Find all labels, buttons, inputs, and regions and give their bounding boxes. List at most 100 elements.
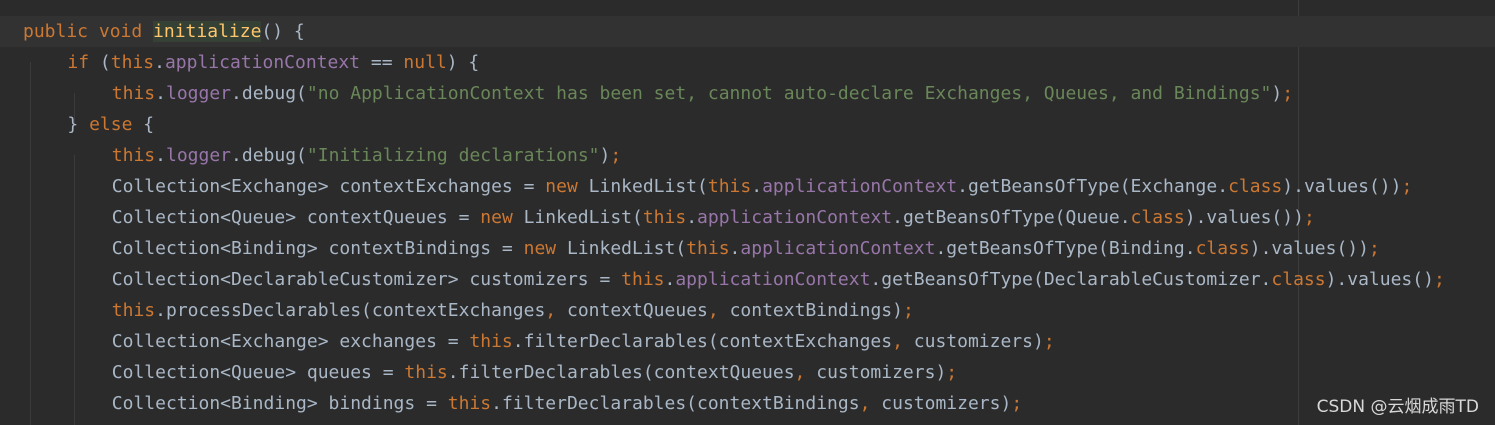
code-token: ) [599, 145, 611, 166]
code-line[interactable]: Collection<DeclarableCustomizer> customi… [0, 264, 1495, 295]
code-token: . [729, 238, 741, 259]
code-token: LinkedList( [588, 176, 708, 197]
code-token: ; [1282, 83, 1294, 104]
code-token: . [154, 52, 165, 73]
code-line[interactable]: Collection<Exchange> exchanges = this.fi… [0, 326, 1495, 357]
code-token: else [89, 114, 133, 135]
code-text: this.logger.debug("Initializing declarat… [112, 140, 621, 171]
method-name-token: initialize [153, 21, 262, 42]
code-line[interactable]: this.processDeclarables(contextExchanges… [0, 295, 1495, 326]
code-token: .filterDeclarables(contextQueues [447, 362, 795, 383]
code-token: class [1228, 176, 1283, 197]
code-token: new [480, 207, 524, 228]
code-token: .getBeansOfType(Queue. [892, 207, 1131, 228]
code-token: this [111, 83, 156, 104]
code-line[interactable]: Collection<Queue> queues = this.filterDe… [0, 357, 1495, 388]
code-line[interactable]: this.logger.debug("no ApplicationContext… [0, 78, 1495, 109]
code-token: ; [946, 362, 958, 383]
code-text: } else { [67, 109, 154, 140]
code-editor[interactable]: public void initialize() {if (this.appli… [0, 0, 1495, 425]
code-token: Collection<Binding> bindings = [111, 393, 448, 414]
code-token: "Initializing declarations" [306, 145, 600, 166]
code-token: this [111, 145, 156, 166]
code-text: Collection<Binding> bindings = this.filt… [112, 388, 1022, 419]
code-text: Collection<DeclarableCustomizer> customi… [112, 264, 1445, 295]
code-token: , [545, 300, 567, 321]
code-text: public void initialize() { [23, 16, 305, 47]
code-token: . [751, 176, 763, 197]
code-token: ).values() [1325, 269, 1434, 290]
code-token: Collection<Queue> contextQueues = [111, 207, 481, 228]
code-token: () { [261, 21, 305, 42]
code-text: Collection<Binding> contextBindings = ne… [112, 233, 1380, 264]
code-token: ( [99, 52, 111, 73]
code-token: this [447, 393, 492, 414]
code-token: contextBindings) [729, 300, 903, 321]
code-line[interactable]: public void initialize() { [0, 16, 1495, 47]
code-token: this [642, 207, 687, 228]
code-token: public void [23, 21, 154, 42]
code-token: ; [1433, 269, 1445, 290]
code-text: Collection<Queue> contextQueues = new Li… [112, 202, 1315, 233]
code-token: this [469, 331, 513, 352]
code-line[interactable]: Collection<Exchange> contextExchanges = … [0, 171, 1495, 202]
watermark: CSDN @云烟成雨TD [1316, 397, 1479, 417]
code-token: ).values()) [1249, 238, 1369, 259]
code-token: applicationContext [762, 176, 958, 197]
code-token: .getBeansOfType(Binding. [935, 238, 1196, 259]
code-token: .debug( [231, 83, 307, 104]
code-token: } [67, 114, 90, 135]
code-line[interactable]: Collection<Binding> bindings = this.filt… [0, 388, 1495, 419]
code-token: .filterDeclarables(contextBindings [491, 393, 860, 414]
code-text: this.logger.debug("no ApplicationContext… [112, 78, 1293, 109]
code-token: class [1271, 269, 1326, 290]
code-token: Collection<Exchange> exchanges = [111, 331, 470, 352]
code-token: logger [166, 83, 232, 104]
code-line[interactable]: if (this.applicationContext == null) { [0, 47, 1495, 78]
code-line[interactable]: Collection<Binding> contextBindings = ne… [0, 233, 1495, 264]
code-line[interactable]: Collection<Queue> contextQueues = new Li… [0, 202, 1495, 233]
code-text: Collection<Exchange> contextExchanges = … [112, 171, 1413, 202]
code-token: customizers) [816, 362, 947, 383]
code-token: .processDeclarables(contextExchanges [155, 300, 546, 321]
code-line[interactable]: } else { [0, 109, 1495, 140]
code-line[interactable]: this.logger.debug("Initializing declarat… [0, 140, 1495, 171]
code-token: , [707, 300, 730, 321]
code-token: applicationContext [740, 238, 936, 259]
code-token: . [664, 269, 676, 290]
code-token: Collection<DeclarableCustomizer> customi… [111, 269, 622, 290]
code-token: . [155, 145, 166, 166]
code-token: , [859, 393, 882, 414]
code-token: customizers) [913, 331, 1044, 352]
code-token: applicationContext [675, 269, 871, 290]
code-token: ) { [446, 52, 480, 73]
code-token: applicationContext [697, 207, 893, 228]
code-token: ; [1043, 331, 1055, 352]
code-token: ).values()) [1184, 207, 1304, 228]
code-token: this [111, 300, 156, 321]
code-token: this [621, 269, 665, 290]
code-token: LinkedList( [523, 207, 643, 228]
code-token: if [67, 52, 100, 73]
code-token: "no ApplicationContext has been set, can… [306, 83, 1272, 104]
code-token: this [110, 52, 155, 73]
code-text: Collection<Queue> queues = this.filterDe… [112, 357, 957, 388]
code-token: this [686, 238, 730, 259]
code-token: ) [1271, 83, 1283, 104]
code-token: ; [1011, 393, 1023, 414]
code-token: { [132, 114, 155, 135]
code-token: , [794, 362, 817, 383]
code-text: Collection<Exchange> exchanges = this.fi… [112, 326, 1055, 357]
code-token: class [1130, 207, 1185, 228]
code-token: . [686, 207, 698, 228]
code-token: new [523, 238, 567, 259]
code-text: if (this.applicationContext == null) { [67, 47, 479, 78]
code-token: logger [166, 145, 232, 166]
code-token: Collection<Queue> queues = [111, 362, 405, 383]
code-token: .filterDeclarables(contextExchanges [512, 331, 893, 352]
code-token: ; [1368, 238, 1380, 259]
code-token: ; [902, 300, 914, 321]
code-token: applicationContext [164, 52, 361, 73]
code-token: this [404, 362, 448, 383]
code-token: null [403, 52, 447, 73]
